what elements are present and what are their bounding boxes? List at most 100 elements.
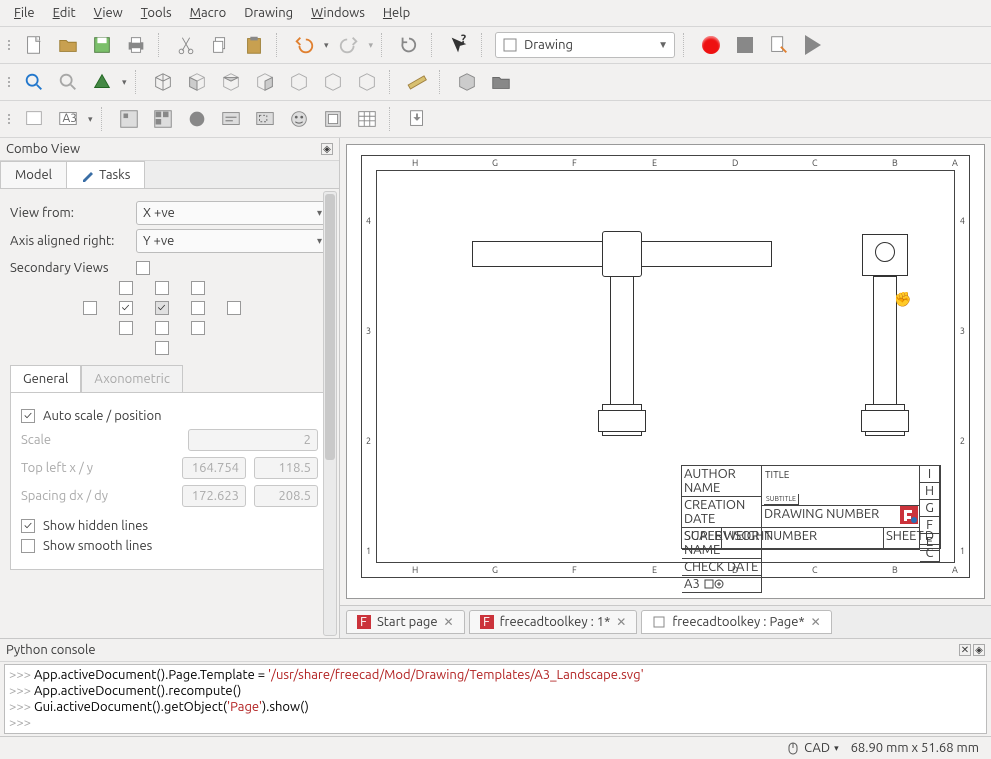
cut-button[interactable] [172, 31, 200, 59]
view-top-button[interactable] [217, 68, 245, 96]
auto-scale-checkbox[interactable] [21, 409, 35, 423]
close-tab-button[interactable]: ✕ [811, 615, 821, 629]
secview-checkbox[interactable] [119, 321, 133, 335]
menu-edit[interactable]: Edit [45, 2, 84, 24]
task-scrollbar[interactable] [323, 191, 337, 636]
view-rear-button[interactable] [285, 68, 313, 96]
secview-checkbox[interactable] [191, 281, 205, 295]
tab-model[interactable]: Model [0, 161, 67, 188]
close-tab-button[interactable]: ✕ [444, 615, 454, 629]
new-a3-button[interactable]: A3 [54, 105, 82, 133]
secview-checkbox[interactable] [119, 301, 133, 315]
secview-checkbox[interactable] [191, 301, 205, 315]
secview-checkbox[interactable] [83, 301, 97, 315]
secview-checkbox[interactable] [155, 341, 169, 355]
tab-tasks[interactable]: Tasks [66, 161, 145, 188]
view-bottom-button[interactable] [319, 68, 347, 96]
python-console[interactable]: >>> App.activeDocument().Page.Template =… [4, 664, 987, 734]
doc-tab-1[interactable]: F freecadtoolkey : 1* ✕ [469, 610, 638, 634]
whatsthis-button[interactable]: ? [445, 31, 473, 59]
panel-undock-button[interactable]: ◈ [321, 143, 333, 155]
secview-checkbox[interactable] [227, 301, 241, 315]
redo-button[interactable] [335, 31, 363, 59]
open-button[interactable] [54, 31, 82, 59]
part-box-button[interactable] [453, 68, 481, 96]
show-hidden-checkbox[interactable] [21, 519, 35, 533]
menu-file[interactable]: File [6, 2, 43, 24]
secview-checkbox[interactable] [191, 321, 205, 335]
draw-style-button[interactable] [88, 68, 116, 96]
auto-scale-label: Auto scale / position [43, 409, 162, 423]
secview-checkbox[interactable] [119, 281, 133, 295]
subtab-general[interactable]: General [10, 365, 81, 392]
combo-view-title: Combo View ◈ [0, 138, 339, 161]
macro-play-button[interactable] [799, 31, 827, 59]
macro-record-button[interactable] [697, 31, 725, 59]
workbench-selector[interactable]: Drawing ▼ [495, 32, 675, 58]
new-doc-button[interactable] [20, 31, 48, 59]
drawing-view-part [861, 410, 909, 432]
zoom-fit-button[interactable] [20, 68, 48, 96]
freecad-icon: F [357, 615, 371, 629]
doc-tab-start[interactable]: F Start page ✕ [346, 610, 465, 634]
doc-tab-page[interactable]: freecadtoolkey : Page* ✕ [641, 610, 831, 634]
copy-button[interactable] [206, 31, 234, 59]
open-folder-button[interactable] [487, 68, 515, 96]
chevron-down-icon: ▼ [658, 39, 668, 51]
subtab-axonometric[interactable]: Axonometric [81, 365, 182, 392]
mouse-icon [786, 741, 800, 755]
panel-close-button[interactable]: ✕ [959, 644, 971, 656]
panel-undock-button[interactable]: ◈ [973, 644, 985, 656]
show-smooth-checkbox[interactable] [21, 539, 35, 553]
show-smooth-label: Show smooth lines [43, 539, 152, 553]
nav-style-selector[interactable]: CAD ▾ [786, 741, 838, 755]
toolbar-handle[interactable] [8, 40, 14, 50]
close-tab-button[interactable]: ✕ [616, 615, 626, 629]
topleft-y-input [254, 457, 318, 479]
undo-button[interactable] [290, 31, 318, 59]
clip-button[interactable] [251, 105, 279, 133]
annotation-button[interactable] [217, 105, 245, 133]
toolbar-view: ▾ [0, 64, 991, 101]
menu-tools[interactable]: Tools [133, 2, 180, 24]
symbol-button[interactable] [285, 105, 313, 133]
cursor-grab-icon: ✊ [894, 291, 911, 308]
page-icon [652, 615, 666, 629]
axis-right-select[interactable]: Y +ve [136, 229, 329, 253]
new-drawing-button[interactable] [20, 105, 48, 133]
toolbar-drawing: A3 ▾ [0, 101, 991, 138]
secview-checkbox[interactable] [136, 261, 150, 275]
view-right-button[interactable] [251, 68, 279, 96]
menu-windows[interactable]: Windows [303, 2, 373, 24]
save-button[interactable] [88, 31, 116, 59]
paste-button[interactable] [240, 31, 268, 59]
macro-stop-button[interactable] [731, 31, 759, 59]
view-left-button[interactable] [353, 68, 381, 96]
toolbar-handle[interactable] [8, 114, 14, 124]
export-page-button[interactable] [403, 105, 431, 133]
menu-macro[interactable]: Macro [182, 2, 235, 24]
refresh-button[interactable] [395, 31, 423, 59]
zoom-selection-button[interactable] [54, 68, 82, 96]
view-from-select[interactable]: X +ve [136, 201, 329, 225]
secview-checkbox[interactable] [155, 321, 169, 335]
drawing-view-part [602, 231, 642, 277]
scale-label: Scale [21, 433, 131, 447]
menu-help[interactable]: Help [375, 2, 418, 24]
spreadsheet-view-button[interactable] [353, 105, 381, 133]
draft-view-button[interactable] [319, 105, 347, 133]
measure-button[interactable] [403, 68, 431, 96]
ortho-views-button[interactable] [149, 105, 177, 133]
document-tabs: F Start page ✕ F freecadtoolkey : 1* ✕ f… [340, 605, 991, 638]
menu-view[interactable]: View [86, 2, 131, 24]
view-front-button[interactable] [183, 68, 211, 96]
macro-edit-button[interactable] [765, 31, 793, 59]
browser-view-button[interactable] [183, 105, 211, 133]
view-iso-button[interactable] [149, 68, 177, 96]
insert-view-button[interactable] [115, 105, 143, 133]
menu-drawing[interactable]: Drawing [236, 2, 301, 24]
print-button[interactable] [122, 31, 150, 59]
toolbar-handle[interactable] [8, 77, 14, 87]
secview-checkbox[interactable] [155, 281, 169, 295]
drawing-canvas[interactable]: H G F E D C B A H G F E D C B A 4 3 2 [346, 144, 985, 599]
